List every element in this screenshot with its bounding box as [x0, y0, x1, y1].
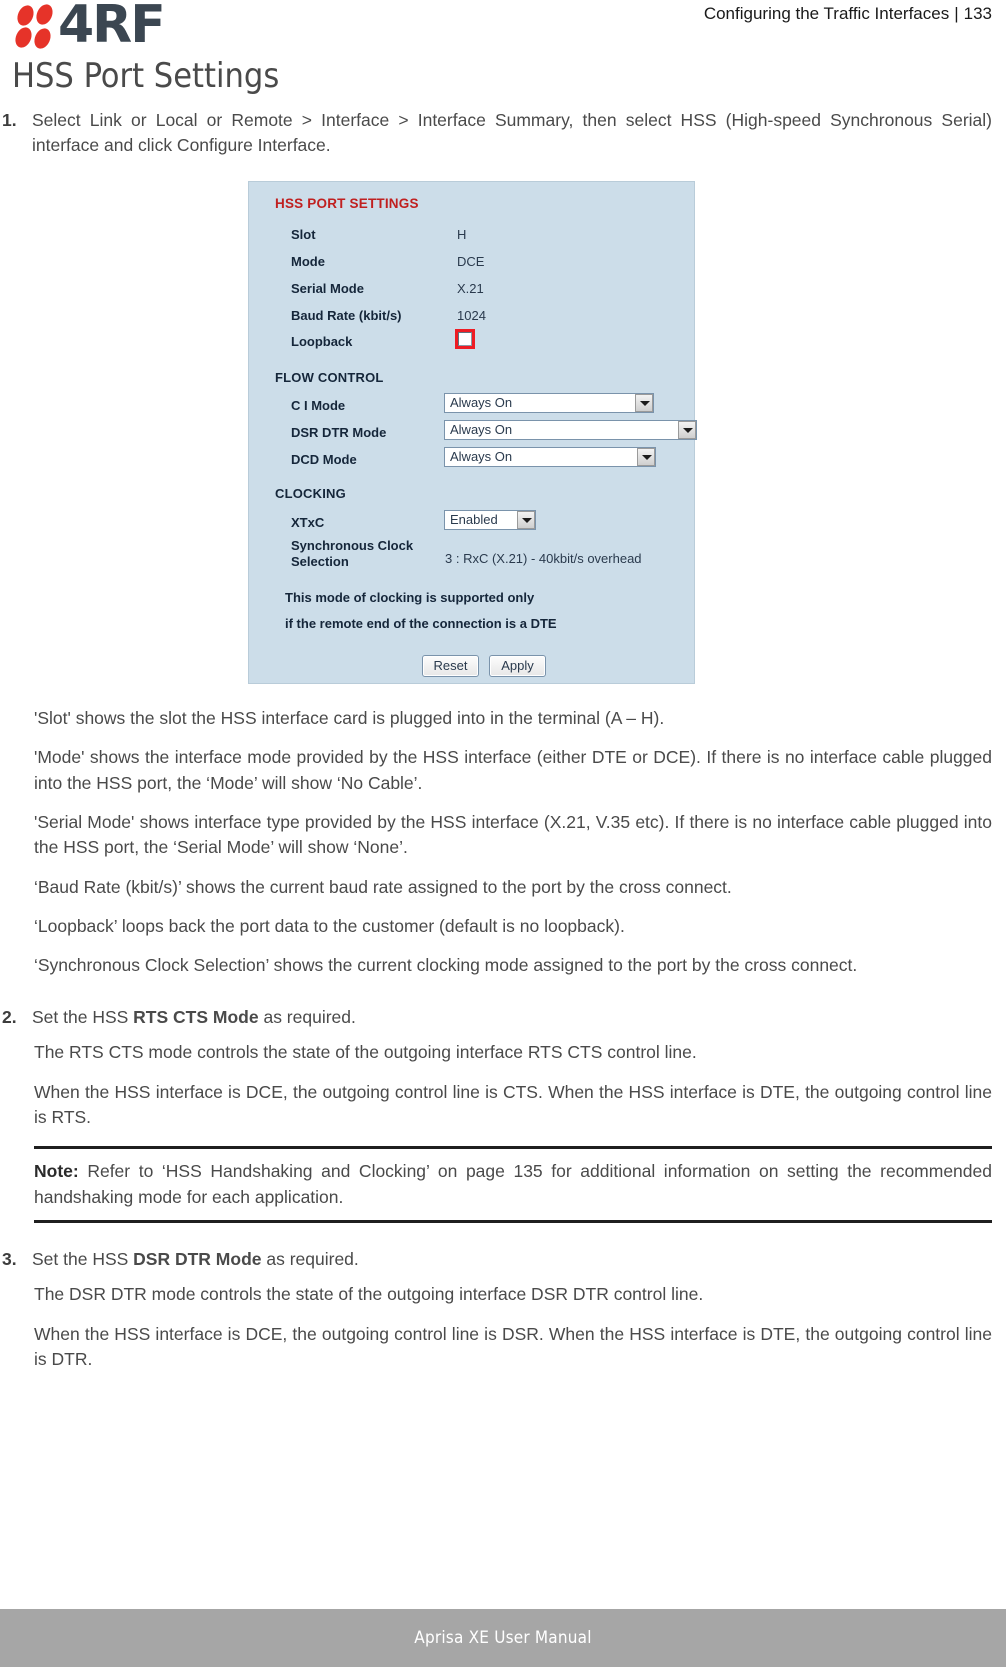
sync-clock-label-line2: Selection	[291, 554, 349, 569]
logo-dot	[14, 2, 37, 29]
description-mode: 'Mode' shows the interface mode provided…	[34, 747, 992, 793]
breadcrumb-separator: |	[954, 4, 959, 23]
step-2-text: Set the HSS RTS CTS Mode as required.	[32, 1005, 992, 1030]
field-label-dcd-mode: DCD Mode	[291, 451, 357, 467]
logo-dots-icon	[12, 1, 60, 52]
loopback-checkbox[interactable]	[458, 331, 472, 346]
chevron-down-icon[interactable]	[678, 420, 696, 439]
logo-dot	[31, 25, 54, 52]
step-2-text-bold: RTS CTS Mode	[133, 1006, 259, 1027]
field-value-sync-clock-selection: 3 : RxC (X.21) - 40kbit/s overhead	[445, 550, 642, 566]
field-label-mode: Mode	[291, 253, 325, 269]
description-serial-mode: 'Serial Mode' shows interface type provi…	[34, 811, 992, 858]
page-title: HSS Port Settings	[12, 56, 280, 96]
reset-button[interactable]: Reset	[422, 654, 479, 677]
dcd-mode-value: Always On	[450, 449, 513, 465]
description-baud-rate: ‘Baud Rate (kbit/s)’ shows the current b…	[34, 876, 732, 897]
field-label-slot: Slot	[291, 226, 316, 242]
field-label-dsr-dtr-mode: DSR DTR Mode	[291, 424, 387, 440]
loopback-highlight-box	[455, 328, 475, 349]
apply-button[interactable]: Apply	[489, 654, 546, 677]
screenshot-figure-wrap: HSS PORT SETTINGS Slot H Mode DCE Serial…	[0, 180, 1006, 684]
note-box: Note: Refer to ‘HSS Handshaking and Cloc…	[34, 1146, 992, 1223]
step-2-number: 2.	[2, 1006, 17, 1027]
ci-mode-value: Always On	[450, 395, 513, 411]
note-text: Note: Refer to ‘HSS Handshaking and Cloc…	[34, 1159, 992, 1210]
logo-dot	[33, 1, 56, 28]
field-value-baud-rate: 1024	[457, 307, 486, 323]
field-label-serial-mode: Serial Mode	[291, 280, 364, 296]
step-3-text-bold: DSR DTR Mode	[133, 1249, 262, 1269]
field-label-ci-mode: C I Mode	[291, 397, 346, 413]
clocking-note-line-2: if the remote end of the connection is a…	[285, 615, 557, 631]
group-title-clocking: CLOCKING	[275, 485, 346, 501]
field-label-xtxc: XTxC	[291, 514, 325, 530]
chevron-down-icon[interactable]	[635, 393, 653, 412]
step-2: 2. Set the HSS RTS CTS Mode as required.	[0, 1005, 1006, 1030]
hss-port-settings-panel: HSS PORT SETTINGS Slot H Mode DCE Serial…	[248, 180, 697, 684]
step-1-text: Select Link or Local or Remote > Interfa…	[32, 110, 992, 156]
step-3-para-2: When the HSS interface is DCE, the outgo…	[34, 1323, 992, 1370]
document-body: 1. Select Link or Local or Remote > Inte…	[0, 108, 1006, 1387]
step-3-text-suffix: as required.	[261, 1249, 359, 1269]
field-value-serial-mode: X.21	[457, 280, 484, 296]
page-footer: Aprisa XE User Manual	[0, 1609, 1006, 1667]
xtxc-dropdown[interactable]: Enabled	[444, 509, 536, 530]
step-1: 1. Select Link or Local or Remote > Inte…	[0, 108, 1006, 159]
group-title-flow-control: FLOW CONTROL	[275, 369, 384, 385]
field-label-loopback: Loopback	[291, 333, 353, 349]
ci-mode-dropdown[interactable]: Always On	[444, 392, 654, 413]
chevron-down-icon[interactable]	[517, 510, 535, 529]
dsr-dtr-mode-value: Always On	[450, 422, 513, 438]
logo-dot	[12, 24, 35, 51]
note-label: Note:	[34, 1161, 79, 1182]
step-2-para-2: When the HSS interface is DCE, the outgo…	[34, 1081, 992, 1127]
step-2-text-prefix: Set the HSS	[32, 1006, 134, 1027]
header-breadcrumb: Configuring the Traffic Interfaces | 133	[704, 4, 992, 24]
step-3-number: 3.	[2, 1249, 17, 1269]
description-sync-clock: ‘Synchronous Clock Selection’ shows the …	[34, 955, 858, 976]
field-value-slot: H	[457, 226, 467, 242]
chevron-down-icon[interactable]	[637, 447, 655, 466]
step-2-text-suffix: as required.	[258, 1006, 356, 1027]
step-1-number: 1.	[2, 110, 17, 130]
sync-clock-label-line1: Synchronous Clock	[291, 537, 414, 553]
brand-logo: 4RF	[12, 0, 186, 55]
logo-wordmark: 4RF	[58, 0, 166, 55]
breadcrumb-title: Configuring the Traffic Interfaces	[703, 4, 950, 23]
xtxc-value: Enabled	[450, 512, 498, 528]
step-2-para-1: The RTS CTS mode controls the state of t…	[34, 1042, 697, 1063]
description-loopback: ‘Loopback’ loops back the port data to t…	[34, 916, 625, 936]
document-page: 4RF Configuring the Traffic Interfaces | 1…	[0, 0, 1006, 1667]
field-label-sync-clock-selection: Synchronous Clock Selection	[291, 538, 441, 571]
step-3-para-1: The DSR DTR mode controls the state of t…	[34, 1284, 704, 1305]
step-3-text: Set the HSS DSR DTR Mode as required.	[32, 1247, 992, 1272]
dsr-dtr-mode-dropdown[interactable]: Always On	[444, 419, 697, 440]
clocking-note-line-1: This mode of clocking is supported only	[285, 589, 535, 605]
dcd-mode-dropdown[interactable]: Always On	[444, 446, 656, 467]
page-number: 133	[963, 4, 992, 23]
field-label-baud-rate: Baud Rate (kbit/s)	[291, 307, 402, 323]
panel-title: HSS PORT SETTINGS	[275, 195, 419, 211]
note-body: Refer to ‘HSS Handshaking and Clocking’ …	[34, 1161, 992, 1207]
step-3-text-prefix: Set the HSS	[32, 1249, 134, 1269]
description-slot: 'Slot' shows the slot the HSS interface …	[34, 707, 665, 728]
page-header: 4RF Configuring the Traffic Interfaces | 1…	[0, 0, 1006, 62]
field-value-mode: DCE	[457, 253, 485, 269]
footer-text: Aprisa XE User Manual	[414, 1628, 592, 1648]
step-3: 3. Set the HSS DSR DTR Mode as required.	[0, 1247, 1006, 1272]
